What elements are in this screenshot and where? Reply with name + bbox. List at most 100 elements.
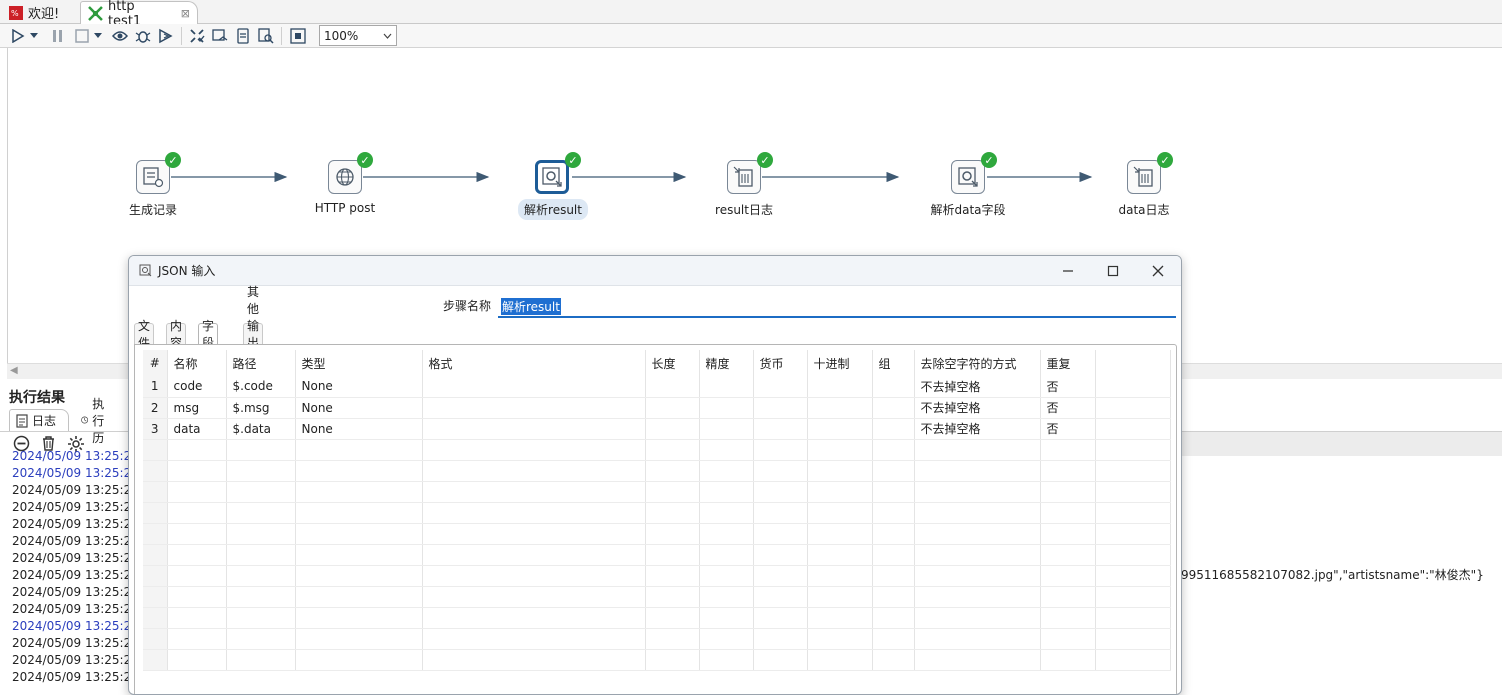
table-cell[interactable] [872, 628, 915, 650]
table-cell[interactable] [753, 544, 808, 566]
table-cell[interactable] [699, 376, 754, 398]
table-cell[interactable] [167, 607, 227, 629]
table-cell[interactable]: 不去掉空格 [914, 397, 1041, 419]
table-cell[interactable] [1040, 439, 1096, 461]
table-cell[interactable] [167, 628, 227, 650]
table-cell[interactable] [167, 460, 227, 482]
table-cell[interactable] [914, 481, 1041, 503]
table-cell[interactable] [872, 439, 915, 461]
column-header[interactable]: 组 [872, 350, 915, 376]
empty-table-row[interactable] [143, 586, 1171, 608]
table-cell[interactable] [422, 418, 646, 440]
table-cell[interactable] [872, 607, 915, 629]
table-cell[interactable] [1040, 565, 1096, 587]
step-parse-result[interactable] [535, 160, 569, 194]
table-cell[interactable] [226, 565, 296, 587]
empty-table-row[interactable] [143, 565, 1171, 587]
table-cell[interactable] [753, 376, 808, 398]
table-cell[interactable] [645, 460, 700, 482]
table-cell[interactable] [645, 418, 700, 440]
step-name-field[interactable]: 解析result [498, 296, 1176, 318]
table-cell[interactable] [872, 481, 915, 503]
tab-execution-history[interactable]: 执行历 [75, 397, 117, 445]
table-cell[interactable] [914, 607, 1041, 629]
table-cell[interactable] [1095, 481, 1171, 503]
table-cell[interactable] [872, 460, 915, 482]
table-cell[interactable]: $.data [226, 418, 296, 440]
table-cell[interactable] [753, 481, 808, 503]
table-cell[interactable] [645, 544, 700, 566]
column-header[interactable]: 重复 [1040, 350, 1096, 376]
table-cell[interactable] [807, 397, 873, 419]
table-cell[interactable] [872, 565, 915, 587]
tab-content[interactable]: 内容 [166, 319, 187, 350]
minimize-icon[interactable] [1056, 260, 1080, 282]
table-cell[interactable] [1095, 628, 1171, 650]
table-cell[interactable] [422, 376, 646, 398]
table-cell[interactable] [143, 523, 168, 545]
table-cell[interactable] [1040, 649, 1096, 671]
step-result-log[interactable] [727, 160, 761, 194]
table-cell[interactable] [753, 628, 808, 650]
table-cell[interactable] [143, 439, 168, 461]
table-cell[interactable] [226, 439, 296, 461]
table-cell[interactable] [872, 586, 915, 608]
empty-table-row[interactable] [143, 481, 1171, 503]
table-cell[interactable] [226, 628, 296, 650]
table-cell[interactable] [807, 376, 873, 398]
table-cell[interactable]: None [295, 418, 423, 440]
table-cell[interactable] [226, 586, 296, 608]
column-header[interactable]: 货币 [753, 350, 808, 376]
table-cell[interactable] [422, 586, 646, 608]
table-cell[interactable] [295, 565, 423, 587]
table-cell[interactable] [422, 460, 646, 482]
table-cell[interactable] [645, 565, 700, 587]
table-cell[interactable] [1040, 523, 1096, 545]
table-cell[interactable] [699, 586, 754, 608]
table-cell[interactable] [295, 649, 423, 671]
table-cell[interactable] [807, 607, 873, 629]
table-cell[interactable] [422, 565, 646, 587]
table-cell[interactable] [1095, 565, 1171, 587]
table-cell[interactable] [143, 544, 168, 566]
table-cell[interactable] [226, 607, 296, 629]
table-cell[interactable] [807, 502, 873, 524]
table-cell[interactable] [143, 565, 168, 587]
table-cell[interactable] [422, 544, 646, 566]
table-cell[interactable] [167, 565, 227, 587]
table-cell[interactable]: None [295, 397, 423, 419]
scroll-left-icon[interactable]: ◀ [10, 365, 18, 376]
table-cell[interactable] [699, 418, 754, 440]
table-cell[interactable] [699, 628, 754, 650]
table-cell[interactable] [226, 481, 296, 503]
table-cell[interactable]: $.code [226, 376, 296, 398]
tab-additional-output-fields[interactable]: 其他输出字段 [243, 285, 264, 384]
empty-table-row[interactable] [143, 502, 1171, 524]
table-cell[interactable] [143, 502, 168, 524]
empty-table-row[interactable] [143, 649, 1171, 671]
table-cell[interactable]: code [167, 376, 227, 398]
table-cell[interactable] [914, 460, 1041, 482]
row-number-header[interactable]: # [143, 350, 168, 376]
table-cell[interactable] [143, 460, 168, 482]
table-cell[interactable] [699, 565, 754, 587]
step-parse-data[interactable] [951, 160, 985, 194]
table-cell[interactable] [872, 523, 915, 545]
table-cell[interactable] [914, 628, 1041, 650]
table-cell[interactable] [699, 607, 754, 629]
table-cell[interactable] [807, 544, 873, 566]
step-generate-rows[interactable] [136, 160, 170, 194]
table-cell[interactable]: 否 [1040, 418, 1096, 440]
table-cell[interactable] [226, 649, 296, 671]
column-header[interactable]: 精度 [699, 350, 754, 376]
table-cell[interactable] [167, 523, 227, 545]
table-cell[interactable] [699, 481, 754, 503]
table-cell[interactable] [422, 607, 646, 629]
table-cell[interactable] [295, 460, 423, 482]
table-cell[interactable] [807, 418, 873, 440]
table-cell[interactable] [914, 502, 1041, 524]
table-cell[interactable] [645, 649, 700, 671]
table-cell[interactable] [1040, 502, 1096, 524]
row-number-cell[interactable]: 1 [143, 376, 168, 398]
table-cell[interactable] [1095, 649, 1171, 671]
